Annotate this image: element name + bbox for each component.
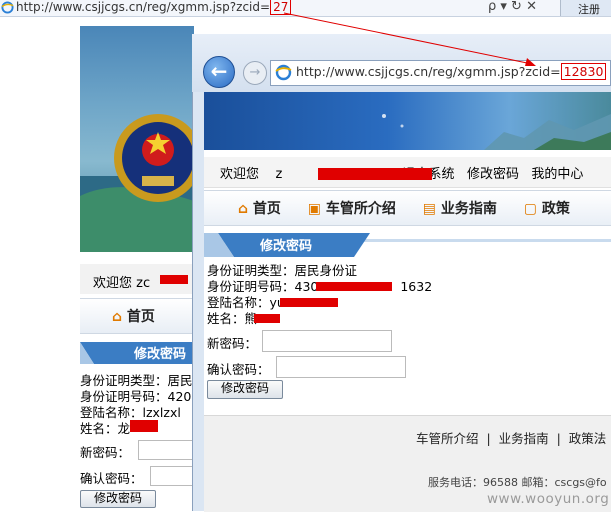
front-zcid-highlight: 12830: [560, 63, 607, 80]
front-nav-items: ⌂ 首页 ▣ 车管所介绍 ▤ 业务指南 ▢ 政策: [238, 198, 592, 218]
ie-icon: [1, 1, 14, 14]
service-email: 邮箱：cscgs@fo: [521, 476, 607, 489]
back-zcid-highlight: 27: [270, 0, 292, 15]
redaction-box: [280, 298, 338, 307]
back-url-text[interactable]: http://www.csjjcgs.cn/reg/xgmm.jsp?zcid=…: [16, 0, 292, 15]
nav-home[interactable]: ⌂ 首页: [238, 201, 281, 217]
footer-service-info: 服务电话：96588 邮箱：cscgs@fo: [428, 474, 607, 490]
car-office-icon: ▣: [307, 201, 322, 217]
back-nav-home[interactable]: ⌂ 首页: [112, 306, 155, 326]
back-id-number: 身份证明号码：420: [80, 389, 192, 404]
redaction-box: [160, 275, 188, 284]
ie-icon: [275, 64, 292, 81]
forward-arrow-icon[interactable]: →: [243, 61, 267, 85]
front-panel-title-bar: 修改密码: [204, 233, 611, 257]
watermark: www.wooyun.org: [487, 491, 610, 507]
back-login-name: 登陆名称：lzxlzxl: [80, 405, 181, 420]
change-password-link[interactable]: 修改密码: [467, 167, 519, 182]
back-submit-button[interactable]: 修改密码: [80, 490, 156, 508]
footer-link-business-guide[interactable]: 业务指南: [499, 431, 549, 446]
back-address-controls[interactable]: ρ ▾ ↻ ✕: [488, 0, 537, 14]
redaction-box: [254, 314, 280, 323]
front-submit-button[interactable]: 修改密码: [207, 380, 283, 399]
home-icon: ⌂: [238, 201, 249, 217]
redaction-box: [130, 420, 158, 432]
nav-policy[interactable]: ▢ 政策: [524, 201, 570, 217]
back-id-type: 身份证明类型：居民: [80, 373, 193, 388]
back-confirm-password-input[interactable]: [150, 466, 194, 486]
back-tab-label: 注册: [578, 3, 600, 16]
footer-link-policy[interactable]: 政策法: [569, 431, 607, 446]
redaction-box: [318, 168, 432, 180]
redaction-box: [316, 282, 392, 291]
front-url-text[interactable]: http://www.csjjcgs.cn/reg/xgmm.jsp?zcid=…: [296, 63, 607, 80]
back-arrow-icon: ←: [210, 59, 228, 83]
my-center-link[interactable]: 我的中心: [531, 167, 583, 182]
city-skyline-banner: [382, 114, 611, 150]
nav-business-guide[interactable]: ▤ 业务指南: [423, 201, 497, 217]
back-panel-title-bar: 修改密码: [80, 342, 194, 364]
policy-icon: ▢: [523, 201, 537, 217]
front-welcome-label: 欢迎您: [220, 167, 260, 182]
front-user-prefix: z: [275, 167, 283, 182]
footer-links: 车管所介绍 | 业务指南 | 政策法: [416, 431, 607, 446]
back-new-password-input[interactable]: [138, 440, 194, 460]
front-new-password-input[interactable]: [262, 330, 392, 352]
home-icon: ⌂: [112, 309, 123, 325]
guide-book-icon: ▤: [422, 201, 436, 217]
service-phone: 服务电话：96588: [428, 476, 518, 489]
front-site-banner: [204, 92, 611, 150]
back-panel-title: 修改密码: [133, 346, 186, 362]
police-emblem-icon: [80, 114, 194, 252]
nav-office-intro[interactable]: ▣ 车管所介绍: [308, 201, 396, 217]
back-welcome-text: 欢迎您 zc: [93, 276, 151, 291]
front-panel-title: 修改密码: [259, 238, 312, 254]
front-user-name: 姓名：熊: [207, 311, 258, 326]
footer-link-office-intro[interactable]: 车管所介绍: [416, 431, 479, 446]
back-police-emblem-banner: [80, 26, 194, 252]
front-id-type: 身份证明类型：居民身份证: [207, 263, 358, 278]
front-confirm-password-input[interactable]: [276, 356, 406, 378]
